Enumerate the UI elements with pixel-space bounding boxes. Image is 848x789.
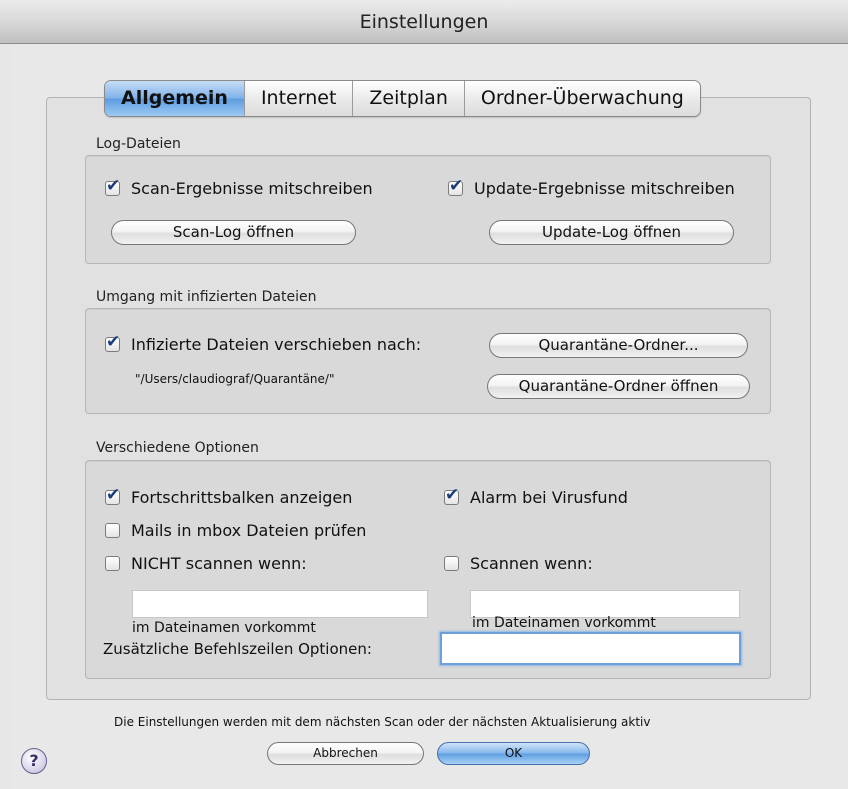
infected-files-group-label: Umgang mit infizierten Dateien (96, 289, 317, 305)
ok-button[interactable]: OK (437, 742, 590, 765)
mbox-label: Mails in mbox Dateien prüfen (131, 521, 367, 540)
not-scan-if-label: NICHT scannen wenn: (131, 554, 307, 573)
tab-allgemein[interactable]: Allgemein (105, 81, 245, 116)
not-scan-if-field[interactable] (132, 590, 428, 618)
open-update-log-button[interactable]: Update-Log öffnen (489, 220, 734, 245)
scan-results-checkbox[interactable] (105, 176, 120, 196)
open-quarantine-folder-button[interactable]: Quarantäne-Ordner öffnen (487, 374, 750, 399)
log-files-group-label: Log-Dateien (96, 136, 181, 152)
quarantine-folder-button[interactable]: Quarantäne-Ordner... (489, 333, 748, 358)
in-filename-right-label: im Dateinamen vorkommt (472, 615, 656, 631)
help-button[interactable]: ? (21, 748, 47, 774)
scan-if-checkbox[interactable] (444, 556, 459, 571)
progress-bar-label: Fortschrittsbalken anzeigen (131, 488, 353, 507)
move-infected-label: Infizierte Dateien verschieben nach: (131, 335, 422, 354)
log-files-group (85, 155, 771, 264)
virus-alarm-checkbox[interactable] (444, 485, 459, 505)
tab-ordner-ueberwachung[interactable]: Ordner-Überwachung (465, 81, 700, 116)
scan-if-label: Scannen wenn: (470, 554, 593, 573)
scan-if-field[interactable] (470, 590, 740, 618)
virus-alarm-label: Alarm bei Virusfund (470, 488, 628, 507)
tab-bar: Allgemein Internet Zeitplan Ordner-Überw… (104, 80, 701, 117)
update-results-checkbox[interactable] (448, 176, 463, 196)
quarantine-path: "/Users/claudiograf/Quarantäne/" (135, 372, 335, 386)
extra-options-field[interactable] (440, 632, 741, 665)
tab-zeitplan[interactable]: Zeitplan (353, 81, 465, 116)
progress-bar-checkbox[interactable] (105, 485, 120, 505)
window-title: Einstellungen (359, 11, 489, 33)
scan-results-label: Scan-Ergebnisse mitschreiben (131, 179, 373, 198)
extra-options-label: Zusätzliche Befehlszeilen Optionen: (103, 640, 372, 658)
mbox-checkbox[interactable] (105, 523, 120, 538)
in-filename-left-label: im Dateinamen vorkommt (132, 620, 316, 636)
misc-options-group-label: Verschiedene Optionen (96, 440, 259, 456)
open-scan-log-button[interactable]: Scan-Log öffnen (111, 220, 356, 245)
move-infected-checkbox[interactable] (105, 332, 120, 352)
tab-internet[interactable]: Internet (245, 81, 354, 116)
update-results-label: Update-Ergebnisse mitschreiben (474, 179, 735, 198)
not-scan-if-checkbox[interactable] (105, 556, 120, 571)
cancel-button[interactable]: Abbrechen (267, 742, 424, 765)
footer-note: Die Einstellungen werden mit dem nächste… (114, 715, 651, 729)
